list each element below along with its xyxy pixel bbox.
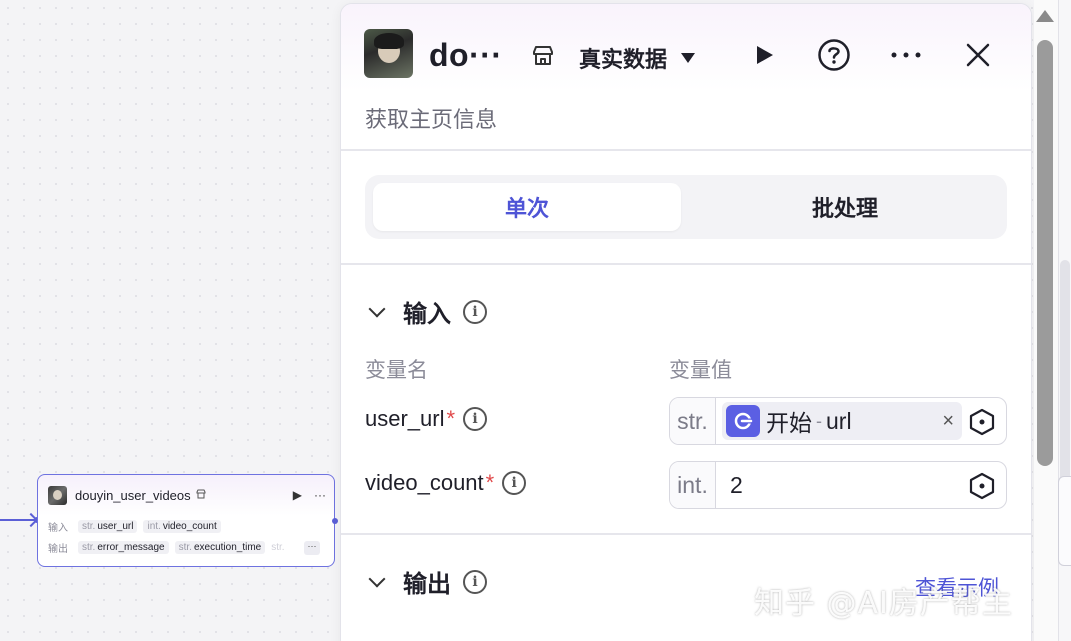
node-title: douyin_user_videos [75, 487, 191, 503]
panel-title: do··· [429, 37, 503, 73]
node-run-icon[interactable]: ▶ [293, 488, 302, 502]
chevron-down-icon[interactable] [368, 570, 386, 587]
variable-reference-chip[interactable]: 开始 - url × [722, 402, 962, 440]
start-node-icon [726, 405, 760, 437]
node-inputs-row: 输入 str. user_url int. video_count [48, 519, 221, 534]
type-label: str. [670, 398, 716, 444]
watermark: 知乎 @AI房产帮主 [754, 586, 1013, 621]
info-icon[interactable]: i [502, 471, 527, 495]
node-output-tag: str. execution_time [174, 541, 266, 554]
play-icon [757, 46, 773, 64]
close-icon [966, 43, 990, 67]
run-button[interactable] [747, 38, 781, 72]
video-count-value-field[interactable]: int. 2 [669, 461, 1007, 509]
tab-single[interactable]: 单次 [373, 183, 681, 231]
node-input-tag: str. user_url [78, 520, 138, 533]
help-icon [818, 39, 850, 71]
incoming-edge [0, 519, 38, 521]
info-icon[interactable]: i [463, 299, 487, 324]
partial-workflow-node[interactable] [1058, 476, 1071, 566]
column-variable-name: 变量名 [365, 359, 428, 382]
store-icon [196, 489, 206, 502]
run-mode-tabs: 单次 批处理 [365, 175, 1007, 239]
param-name: user_url [365, 406, 445, 431]
node-outputs-overflow[interactable]: ··· [304, 541, 320, 555]
workflow-node-douyin-user-videos[interactable]: douyin_user_videos ▶ ··· 输入 str. user_url… [37, 474, 335, 567]
variable-picker-icon[interactable] [968, 408, 996, 436]
input-section-header[interactable]: 输入 i [365, 294, 487, 329]
node-output-port[interactable] [332, 518, 338, 524]
divider [341, 263, 1031, 265]
chevron-down-icon[interactable] [368, 300, 386, 317]
input-section-title: 输入 [403, 301, 451, 328]
info-icon[interactable]: i [463, 569, 487, 594]
output-section-title: 输出 [403, 571, 451, 598]
panel-description: 获取主页信息 [365, 107, 498, 132]
user-url-value-field[interactable]: str. 开始 - url × [669, 397, 1007, 445]
variable-picker-icon[interactable] [968, 472, 996, 500]
divider [341, 149, 1031, 151]
param-user-url: user_url * i [365, 406, 488, 432]
required-marker: * [446, 406, 456, 431]
plugin-avatar-large [364, 29, 413, 78]
divider [341, 533, 1031, 535]
store-icon [531, 44, 555, 68]
output-section-header[interactable]: 输出 i [365, 564, 487, 599]
node-output-tag-faded: str. [271, 542, 285, 553]
node-more-icon[interactable]: ··· [314, 488, 326, 502]
clear-reference-icon[interactable]: × [942, 410, 954, 433]
plugin-avatar [48, 485, 67, 505]
param-video-count: video_count * i [365, 470, 527, 496]
more-button[interactable] [889, 38, 923, 72]
more-icon [891, 52, 921, 58]
tab-batch[interactable]: 批处理 [691, 183, 999, 231]
environment-dropdown[interactable]: 真实数据 [579, 42, 696, 74]
param-name: video_count [365, 470, 484, 495]
info-icon[interactable]: i [463, 407, 488, 431]
node-input-tag: int. video_count [143, 520, 221, 533]
required-marker: * [485, 470, 495, 495]
help-button[interactable] [817, 38, 851, 72]
node-outputs-row: 输出 str. error_message str. execution_time … [48, 541, 285, 555]
type-label: int. [670, 462, 716, 508]
video-count-input[interactable]: 2 [730, 472, 743, 499]
column-variable-value: 变量值 [669, 359, 732, 382]
caret-down-icon [681, 53, 696, 63]
node-output-tag: str. error_message [78, 541, 169, 554]
node-debug-panel: do··· 真实数据 获取主页信息 单次 批处理 输入 i 变量名 变量值 us… [340, 3, 1032, 641]
panel-scrollbar-thumb[interactable] [1037, 40, 1053, 466]
scroll-up-arrow-icon[interactable] [1036, 10, 1054, 22]
close-button[interactable] [961, 38, 995, 72]
